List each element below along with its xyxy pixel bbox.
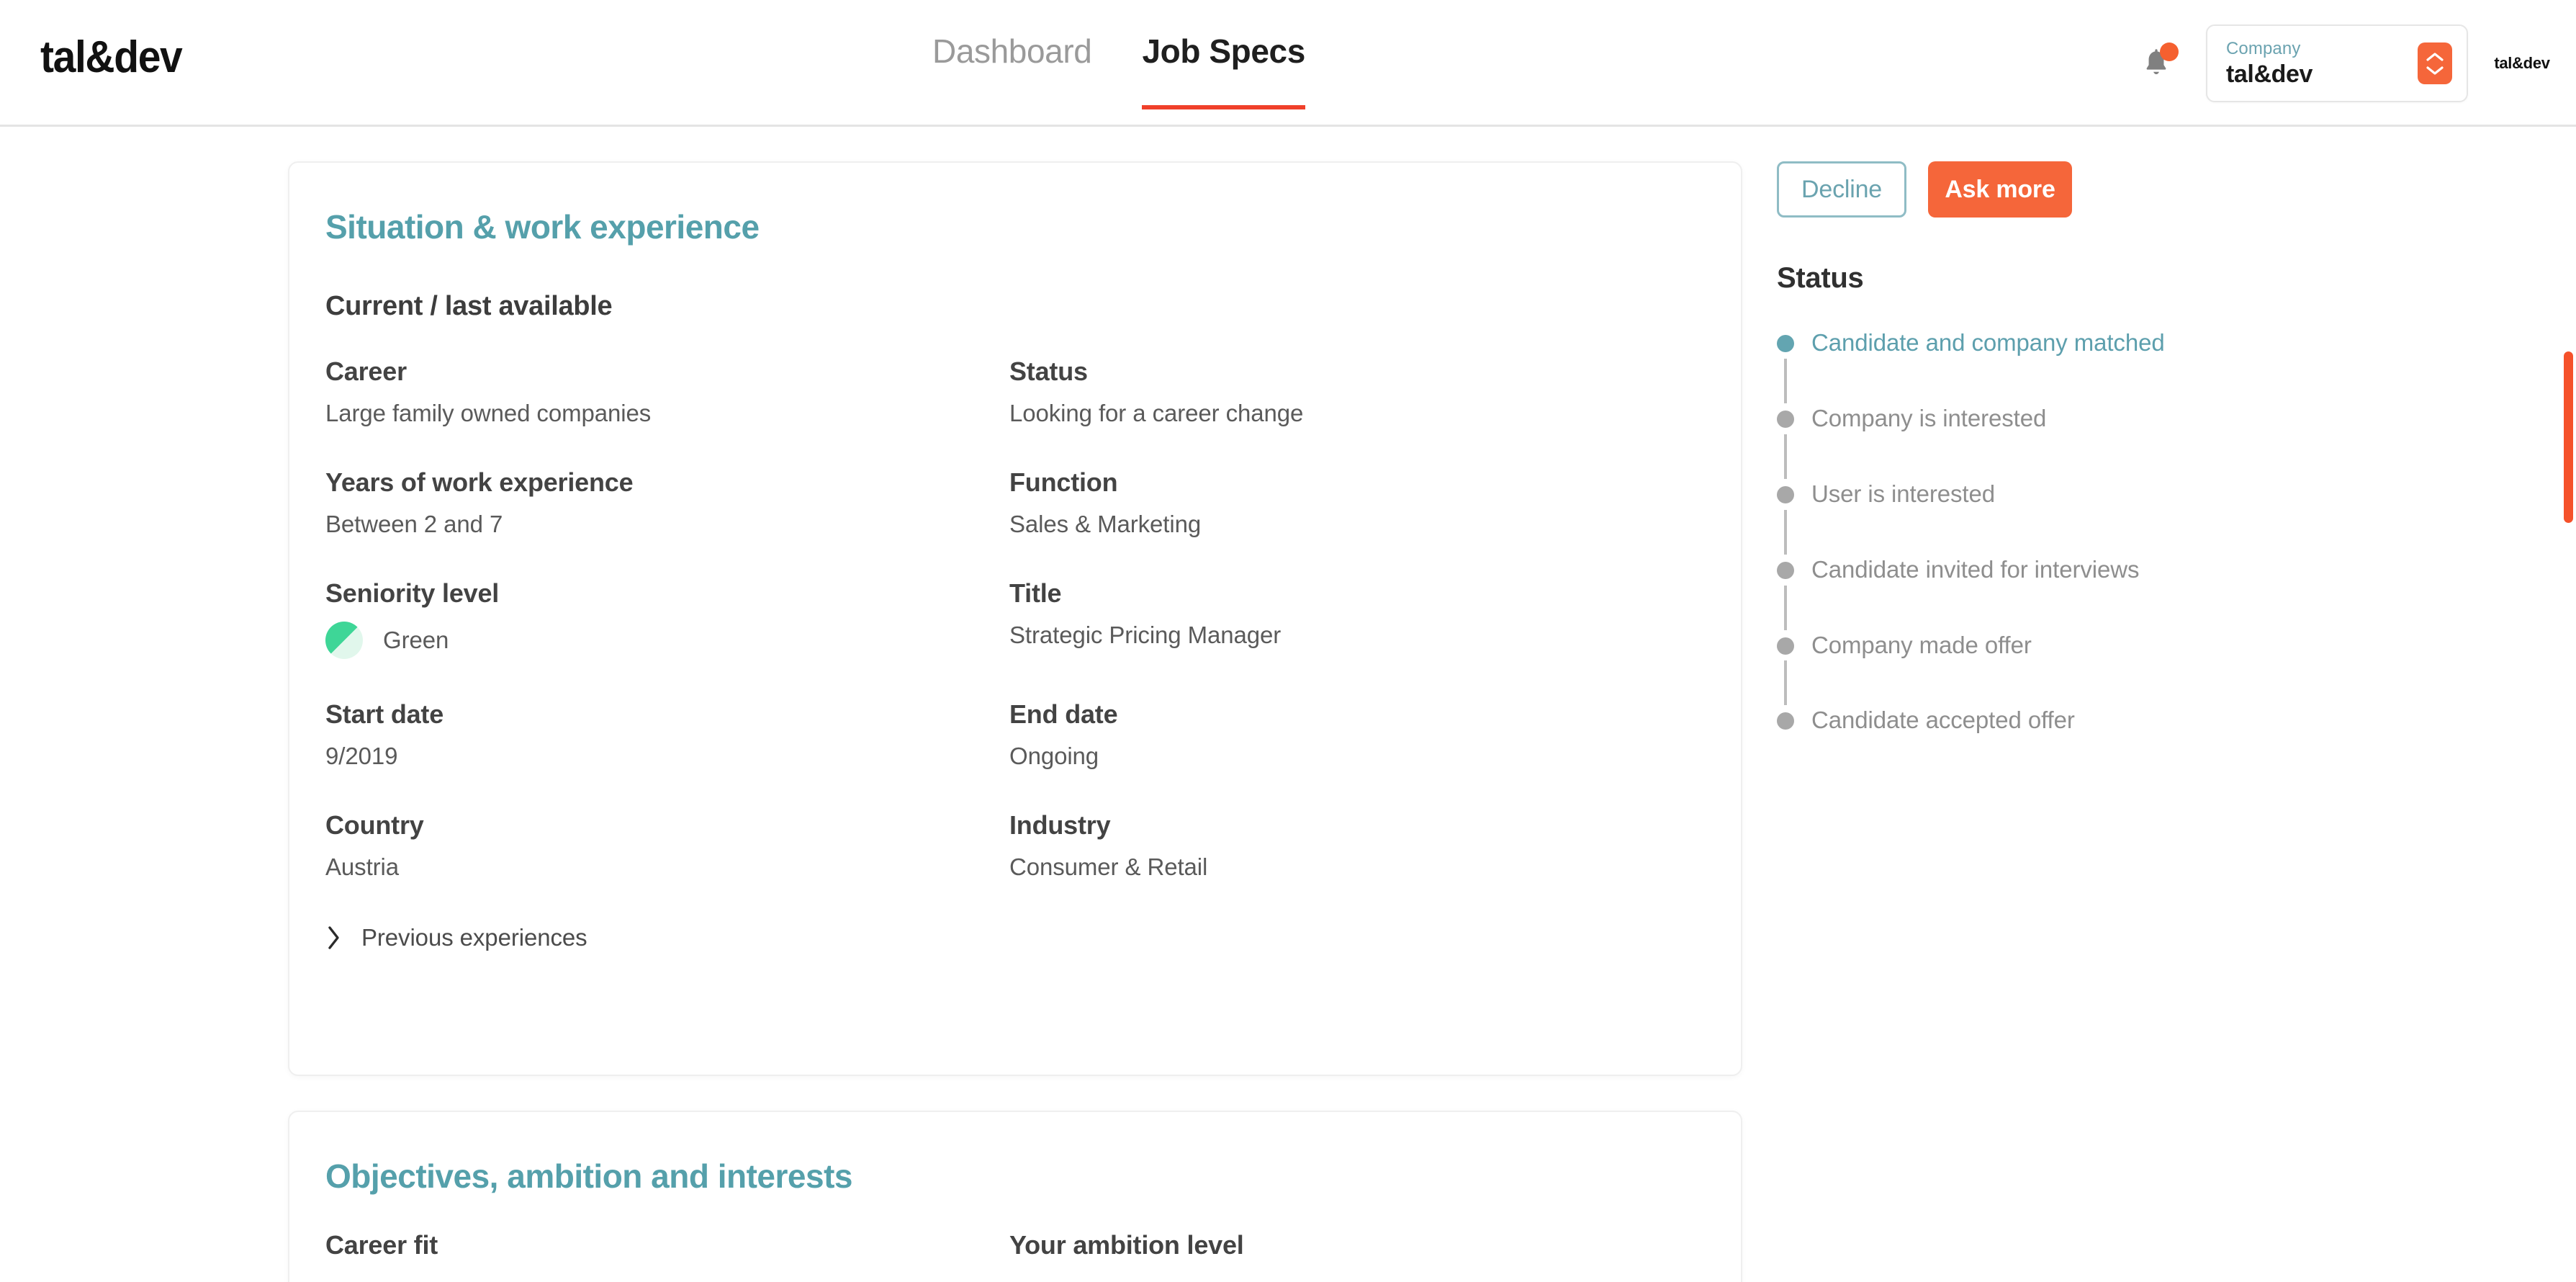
- timeline-label: User is interested: [1811, 480, 1995, 507]
- field-value-title: Strategic Pricing Manager: [1009, 622, 1282, 648]
- field-function: Function Sales & Marketing: [1009, 467, 1741, 578]
- ask-more-button[interactable]: Ask more: [1928, 161, 2072, 218]
- timeline-item-candidate-accepted-offer[interactable]: Candidate accepted offer: [1777, 705, 2425, 736]
- timeline-item-company-is-interested[interactable]: Company is interested: [1777, 403, 2425, 434]
- field-end-date: End date Ongoing: [1009, 699, 1741, 810]
- timeline-connector: [1784, 358, 1787, 403]
- timeline-dot-icon: [1777, 410, 1794, 428]
- timeline-label: Company made offer: [1811, 631, 2032, 658]
- timeline-item-candidate-and-company-matched[interactable]: Candidate and company matched: [1777, 328, 2425, 359]
- timeline-dot-icon: [1777, 335, 1794, 352]
- situation-work-experience-card: Situation & work experience Current / la…: [288, 161, 1742, 1076]
- timeline-dot-icon: [1777, 712, 1794, 730]
- chevron-right-icon: [325, 925, 343, 951]
- field-value-years-of-work-experience: Between 2 and 7: [325, 511, 503, 537]
- timeline-label: Candidate accepted offer: [1811, 707, 2075, 734]
- field-label-country: Country: [325, 810, 424, 840]
- timeline-item-company-made-offer[interactable]: Company made offer: [1777, 630, 2425, 661]
- field-value-seniority-level: Green: [383, 627, 449, 653]
- nav-item-job-specs[interactable]: Job Specs: [1142, 32, 1305, 109]
- main-content: Situation & work experience Current / la…: [0, 127, 2576, 1282]
- field-industry: Industry Consumer & Retail: [1009, 810, 1741, 921]
- card-title-objectives: Objectives, ambition and interests: [325, 1157, 852, 1195]
- field-title: Title Strategic Pricing Manager: [1009, 578, 1741, 699]
- field-value-country: Austria: [325, 853, 400, 880]
- app-header: tal&dev Dashboard Job Specs Company tal&…: [0, 0, 2576, 127]
- field-value-function: Sales & Marketing: [1009, 511, 1202, 537]
- company-selector-kicker: Company: [2226, 38, 2301, 58]
- field-label-function: Function: [1009, 467, 1118, 497]
- field-value-career: Large family owned companies: [325, 400, 652, 426]
- page-scrollbar-track[interactable]: [2562, 254, 2576, 1282]
- status-rail: Decline Ask more Status Candidate and co…: [1777, 161, 2425, 736]
- field-your-ambition-level: Your ambition level: [1009, 1230, 1741, 1282]
- field-label-title: Title: [1009, 578, 1062, 608]
- field-label-status: Status: [1009, 357, 1088, 386]
- timeline-dot-icon: [1777, 561, 1794, 579]
- field-label-end-date: End date: [1009, 699, 1118, 729]
- field-label-years-of-work-experience: Years of work experience: [325, 467, 634, 497]
- timeline-dot-icon: [1777, 637, 1794, 655]
- header-right-cluster: Company tal&dev tal&dev: [2131, 0, 2576, 127]
- field-seniority-level: Seniority level Green: [325, 578, 1009, 699]
- page-scrollbar-thumb[interactable]: [2564, 351, 2573, 523]
- account-avatar[interactable]: tal&dev: [2468, 54, 2576, 73]
- timeline-connector: [1784, 585, 1787, 630]
- status-timeline: Candidate and company matched Company is…: [1777, 328, 2425, 736]
- company-selector-labels: Company tal&dev: [2226, 39, 2418, 89]
- field-label-career: Career: [325, 357, 407, 386]
- notifications-button[interactable]: [2131, 38, 2181, 89]
- situation-fields-grid: Career Large family owned companies Stat…: [289, 357, 1741, 921]
- notification-badge-dot: [2160, 42, 2179, 61]
- field-start-date: Start date 9/2019: [325, 699, 1009, 810]
- field-value-status: Looking for a career change: [1009, 400, 1304, 426]
- company-selector[interactable]: Company tal&dev: [2206, 24, 2468, 102]
- timeline-connector: [1784, 509, 1787, 555]
- status-heading: Status: [1777, 262, 1864, 294]
- rail-action-buttons: Decline Ask more: [1777, 161, 2425, 218]
- field-status: Status Looking for a career change: [1009, 357, 1741, 467]
- previous-experiences-expander[interactable]: Previous experiences: [289, 921, 1741, 951]
- seniority-dial-icon: [325, 622, 363, 659]
- timeline-label: Candidate and company matched: [1811, 329, 2165, 356]
- field-value-end-date: Ongoing: [1009, 743, 1099, 769]
- timeline-label: Company is interested: [1811, 404, 2047, 431]
- subsection-title-current-last-available: Current / last available: [325, 291, 613, 321]
- field-label-start-date: Start date: [325, 699, 444, 729]
- chevron-up-icon: [2426, 52, 2444, 61]
- decline-button[interactable]: Decline: [1777, 161, 1906, 218]
- main-navigation: Dashboard Job Specs: [932, 0, 1305, 127]
- timeline-connector: [1784, 660, 1787, 706]
- objectives-fields-grid: Career fit Your ambition level: [289, 1230, 1741, 1282]
- field-country: Country Austria: [325, 810, 1009, 921]
- card-title-situation: Situation & work experience: [325, 208, 760, 246]
- timeline-dot-icon: [1777, 485, 1794, 503]
- field-value-start-date: 9/2019: [325, 743, 398, 769]
- field-label-career-fit: Career fit: [325, 1230, 438, 1260]
- field-value-industry: Consumer & Retail: [1009, 853, 1208, 880]
- field-label-seniority-level: Seniority level: [325, 578, 500, 608]
- nav-item-dashboard[interactable]: Dashboard: [932, 32, 1092, 109]
- field-label-your-ambition-level: Your ambition level: [1009, 1230, 1244, 1260]
- field-years-of-work-experience: Years of work experience Between 2 and 7: [325, 467, 1009, 578]
- objectives-ambition-interests-card: Objectives, ambition and interests Caree…: [288, 1111, 1742, 1282]
- seniority-level-indicator: Green: [325, 622, 1009, 659]
- timeline-item-user-is-interested[interactable]: User is interested: [1777, 479, 2425, 510]
- timeline-item-candidate-invited-for-interviews[interactable]: Candidate invited for interviews: [1777, 555, 2425, 586]
- company-selector-value: tal&dev: [2226, 60, 2313, 88]
- field-career: Career Large family owned companies: [325, 357, 1009, 467]
- timeline-label: Candidate invited for interviews: [1811, 555, 2140, 583]
- previous-experiences-label: Previous experiences: [361, 924, 587, 951]
- chevron-down-icon: [2426, 66, 2444, 75]
- company-selector-stepper-button[interactable]: [2418, 42, 2452, 84]
- brand-logo[interactable]: tal&dev: [40, 32, 183, 83]
- field-career-fit: Career fit: [325, 1230, 1009, 1282]
- timeline-connector: [1784, 434, 1787, 479]
- field-label-industry: Industry: [1009, 810, 1111, 840]
